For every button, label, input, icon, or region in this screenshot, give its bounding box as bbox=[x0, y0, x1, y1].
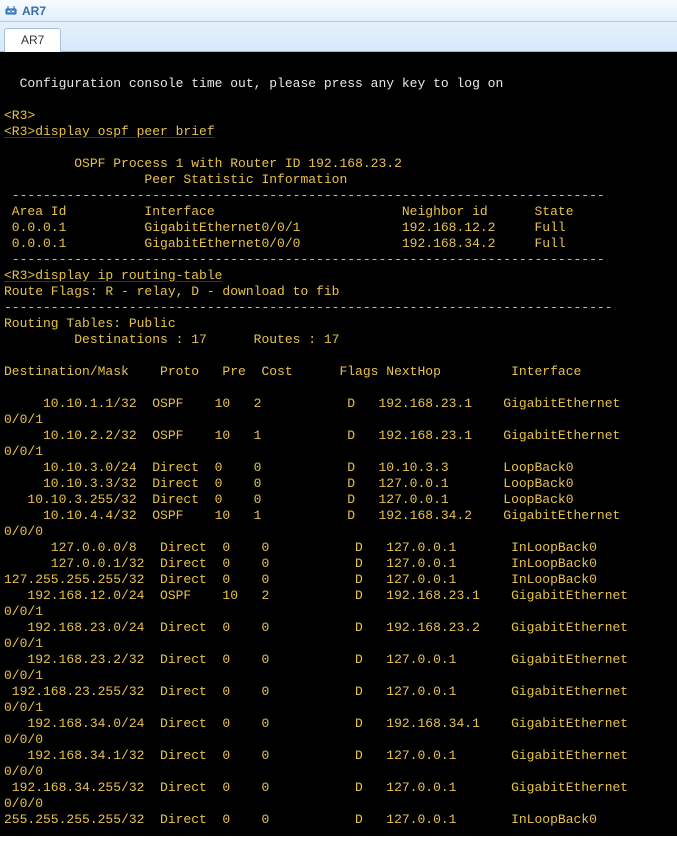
terminal-line bbox=[4, 348, 677, 364]
terminal-line: Routing Tables: Public bbox=[4, 316, 677, 332]
terminal-line: OSPF Process 1 with Router ID 192.168.23… bbox=[4, 156, 677, 172]
terminal-line: 10.10.2.2/32 OSPF 10 1 D 192.168.23.1 Gi… bbox=[4, 428, 677, 444]
terminal-line: 192.168.34.255/32 Direct 0 0 D 127.0.0.1… bbox=[4, 780, 677, 796]
terminal-line: Destinations : 17 Routes : 17 bbox=[4, 332, 677, 348]
terminal-line: 10.10.3.255/32 Direct 0 0 D 127.0.0.1 Lo… bbox=[4, 492, 677, 508]
terminal-line: 10.10.1.1/32 OSPF 10 2 D 192.168.23.1 Gi… bbox=[4, 396, 677, 412]
terminal-line: 0/0/0 bbox=[4, 524, 677, 540]
terminal-line: 0/0/0 bbox=[4, 796, 677, 812]
terminal-line: 192.168.34.1/32 Direct 0 0 D 127.0.0.1 G… bbox=[4, 748, 677, 764]
terminal-line: Destination/Mask Proto Pre Cost Flags Ne… bbox=[4, 364, 677, 380]
terminal-line: 10.10.4.4/32 OSPF 10 1 D 192.168.34.2 Gi… bbox=[4, 508, 677, 524]
terminal-line: 0.0.0.1 GigabitEthernet0/0/0 192.168.34.… bbox=[4, 236, 677, 252]
terminal-line: <R3> bbox=[4, 108, 677, 124]
terminal-line: ----------------------------------------… bbox=[4, 300, 677, 316]
terminal-line: 192.168.23.255/32 Direct 0 0 D 127.0.0.1… bbox=[4, 684, 677, 700]
terminal-line: ----------------------------------------… bbox=[4, 188, 677, 204]
window-titlebar[interactable]: AR7 bbox=[0, 0, 677, 22]
terminal-line: 0/0/1 bbox=[4, 668, 677, 684]
tab-ar7[interactable]: AR7 bbox=[4, 28, 61, 52]
terminal-line: 10.10.3.3/32 Direct 0 0 D 127.0.0.1 Loop… bbox=[4, 476, 677, 492]
router-icon bbox=[4, 4, 18, 18]
terminal-line: 192.168.34.0/24 Direct 0 0 D 192.168.34.… bbox=[4, 716, 677, 732]
terminal-line: 0/0/0 bbox=[4, 764, 677, 780]
terminal-line: 192.168.23.2/32 Direct 0 0 D 127.0.0.1 G… bbox=[4, 652, 677, 668]
terminal-line: 0/0/1 bbox=[4, 604, 677, 620]
window-title: AR7 bbox=[22, 4, 46, 18]
terminal-line: 0.0.0.1 GigabitEthernet0/0/1 192.168.12.… bbox=[4, 220, 677, 236]
terminal-line: 0/0/1 bbox=[4, 412, 677, 428]
terminal-line: 0/0/1 bbox=[4, 636, 677, 652]
terminal-line: 192.168.12.0/24 OSPF 10 2 D 192.168.23.1… bbox=[4, 588, 677, 604]
terminal-line: Route Flags: R - relay, D - download to … bbox=[4, 284, 677, 300]
terminal-line: <R3>display ip routing-table bbox=[4, 268, 677, 284]
terminal-line: <R3>display ospf peer brief bbox=[4, 124, 677, 140]
terminal-line: 0/0/0 bbox=[4, 732, 677, 748]
terminal-line: 0/0/1 bbox=[4, 700, 677, 716]
terminal-line: 127.0.0.0/8 Direct 0 0 D 127.0.0.1 InLoo… bbox=[4, 540, 677, 556]
terminal-line: 192.168.23.0/24 Direct 0 0 D 192.168.23.… bbox=[4, 620, 677, 636]
terminal-line: Area Id Interface Neighbor id State bbox=[4, 204, 677, 220]
tab-label: AR7 bbox=[21, 33, 44, 47]
terminal-line: ----------------------------------------… bbox=[4, 252, 677, 268]
terminal-line: 255.255.255.255/32 Direct 0 0 D 127.0.0.… bbox=[4, 812, 677, 828]
terminal-output[interactable]: Configuration console time out, please p… bbox=[0, 52, 677, 836]
tab-strip: AR7 bbox=[0, 22, 677, 52]
terminal-line: 10.10.3.0/24 Direct 0 0 D 10.10.3.3 Loop… bbox=[4, 460, 677, 476]
terminal-line bbox=[4, 92, 677, 108]
terminal-line bbox=[4, 380, 677, 396]
terminal-line bbox=[4, 60, 677, 76]
terminal-line: 127.255.255.255/32 Direct 0 0 D 127.0.0.… bbox=[4, 572, 677, 588]
terminal-line: 127.0.0.1/32 Direct 0 0 D 127.0.0.1 InLo… bbox=[4, 556, 677, 572]
terminal-line bbox=[4, 140, 677, 156]
terminal-line: Peer Statistic Information bbox=[4, 172, 677, 188]
terminal-line: Configuration console time out, please p… bbox=[4, 76, 677, 92]
terminal-line: 0/0/1 bbox=[4, 444, 677, 460]
